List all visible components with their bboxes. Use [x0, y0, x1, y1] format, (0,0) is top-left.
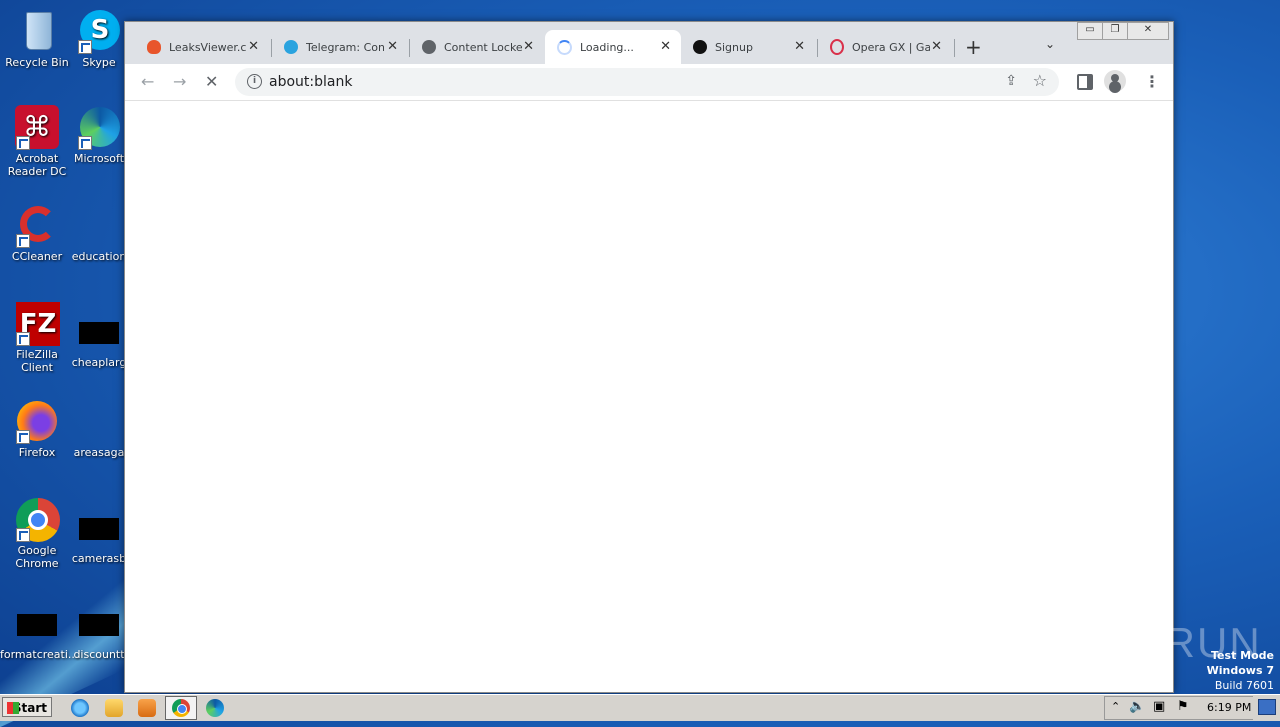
tab-title: Content Locker — [444, 40, 522, 54]
file-icon — [79, 614, 119, 636]
tab-signup[interactable]: Signup ✕ — [681, 30, 815, 64]
forward-arrow-icon[interactable]: → — [173, 72, 186, 91]
start-button[interactable]: Start — [2, 697, 52, 717]
test-mode-line: Build 7601 — [1214, 679, 1274, 692]
address-bar[interactable]: i about:blank ⇪ ☆ — [235, 68, 1059, 96]
tab-title: Signup — [715, 40, 753, 54]
tab-opera-gx[interactable]: Opera GX | Gar ✕ — [818, 30, 952, 64]
taskbar: Start ⌃ 🔈 ▣ ⚑ 6:19 PM — [0, 694, 1280, 721]
internet-explorer-icon[interactable] — [71, 699, 89, 717]
opera-icon — [830, 39, 844, 55]
tab-loading[interactable]: Loading... ✕ — [545, 30, 681, 64]
close-icon[interactable]: ✕ — [248, 39, 259, 54]
x-logo-icon — [693, 40, 707, 54]
back-arrow-icon[interactable]: ← — [141, 72, 154, 91]
edge-icon — [76, 104, 122, 150]
filezilla-icon: FZ — [14, 300, 60, 346]
file-icon — [17, 614, 57, 636]
recycle-bin-icon — [14, 8, 60, 54]
tab-title: Loading... — [580, 40, 634, 54]
tab-search-button[interactable]: ⌄ — [1045, 37, 1055, 51]
flame-icon — [147, 40, 161, 54]
ccleaner-icon — [14, 202, 60, 248]
stop-loading-icon[interactable]: ✕ — [205, 72, 218, 91]
action-center-flag-icon[interactable]: ⚑ — [1177, 699, 1189, 714]
tray-expand-icon[interactable]: ⌃ — [1111, 700, 1120, 713]
file-icon — [79, 518, 119, 540]
close-icon[interactable]: ✕ — [660, 39, 671, 54]
file-icon — [79, 322, 119, 344]
close-icon[interactable]: ✕ — [794, 39, 805, 54]
tab-title: Opera GX | Gar — [852, 40, 930, 54]
close-icon[interactable]: ✕ — [931, 39, 942, 54]
tab-strip: LeaksViewer.co ✕ Telegram: Cont ✕ Conten… — [125, 22, 1173, 64]
tab-title: Telegram: Cont — [306, 40, 384, 54]
page-content[interactable] — [125, 101, 1173, 692]
share-icon[interactable]: ⇪ — [1005, 73, 1017, 89]
explorer-folder-icon[interactable] — [105, 699, 123, 717]
menu-kebab-icon[interactable]: ⋮ — [1144, 72, 1160, 91]
file-icon — [76, 208, 122, 248]
show-desktop-button[interactable] — [1258, 699, 1276, 715]
info-icon[interactable]: i — [247, 74, 262, 89]
acrobat-icon: ⌘ — [14, 104, 60, 150]
test-mode-line: Test Mode — [1211, 649, 1274, 662]
close-window-button[interactable]: ✕ — [1127, 22, 1169, 40]
media-player-icon[interactable] — [138, 699, 156, 717]
minimize-button[interactable]: ▭ — [1077, 22, 1103, 40]
restore-button[interactable]: ❐ — [1102, 22, 1128, 40]
network-icon[interactable]: ▣ — [1153, 699, 1165, 714]
side-panel-icon[interactable] — [1077, 74, 1093, 90]
browser-toolbar: ← → ✕ i about:blank ⇪ ☆ ⋮ — [125, 64, 1173, 101]
tab-title: LeaksViewer.co — [169, 40, 247, 54]
edge-icon[interactable] — [206, 699, 224, 717]
taskbar-chrome-active[interactable] — [165, 696, 197, 720]
firefox-icon — [14, 398, 60, 444]
tab-separator — [954, 39, 955, 57]
test-mode-line: Windows 7 — [1206, 664, 1274, 677]
chrome-icon — [14, 496, 60, 542]
close-icon[interactable]: ✕ — [387, 39, 398, 54]
address-url[interactable]: about:blank — [269, 74, 352, 90]
tab-content-locker[interactable]: Content Locker ✕ — [410, 30, 544, 64]
profile-avatar-icon[interactable] — [1104, 70, 1126, 92]
new-tab-button[interactable]: + — [965, 35, 982, 59]
globe-icon — [422, 40, 436, 54]
bookmark-star-icon[interactable]: ☆ — [1033, 71, 1047, 90]
close-icon[interactable]: ✕ — [523, 39, 534, 54]
spinner-icon — [557, 39, 572, 55]
telegram-icon — [284, 40, 298, 54]
skype-icon: S — [76, 8, 122, 54]
volume-icon[interactable]: 🔈 — [1129, 699, 1145, 714]
tab-leaksviewer[interactable]: LeaksViewer.co ✕ — [135, 30, 269, 64]
clock[interactable]: 6:19 PM — [1207, 701, 1251, 714]
test-mode-notice: Test Mode Windows 7 Build 7601 — [1207, 648, 1274, 693]
chrome-window: LeaksViewer.co ✕ Telegram: Cont ✕ Conten… — [124, 21, 1174, 693]
tab-telegram[interactable]: Telegram: Cont ✕ — [272, 30, 408, 64]
file-icon — [76, 404, 122, 444]
